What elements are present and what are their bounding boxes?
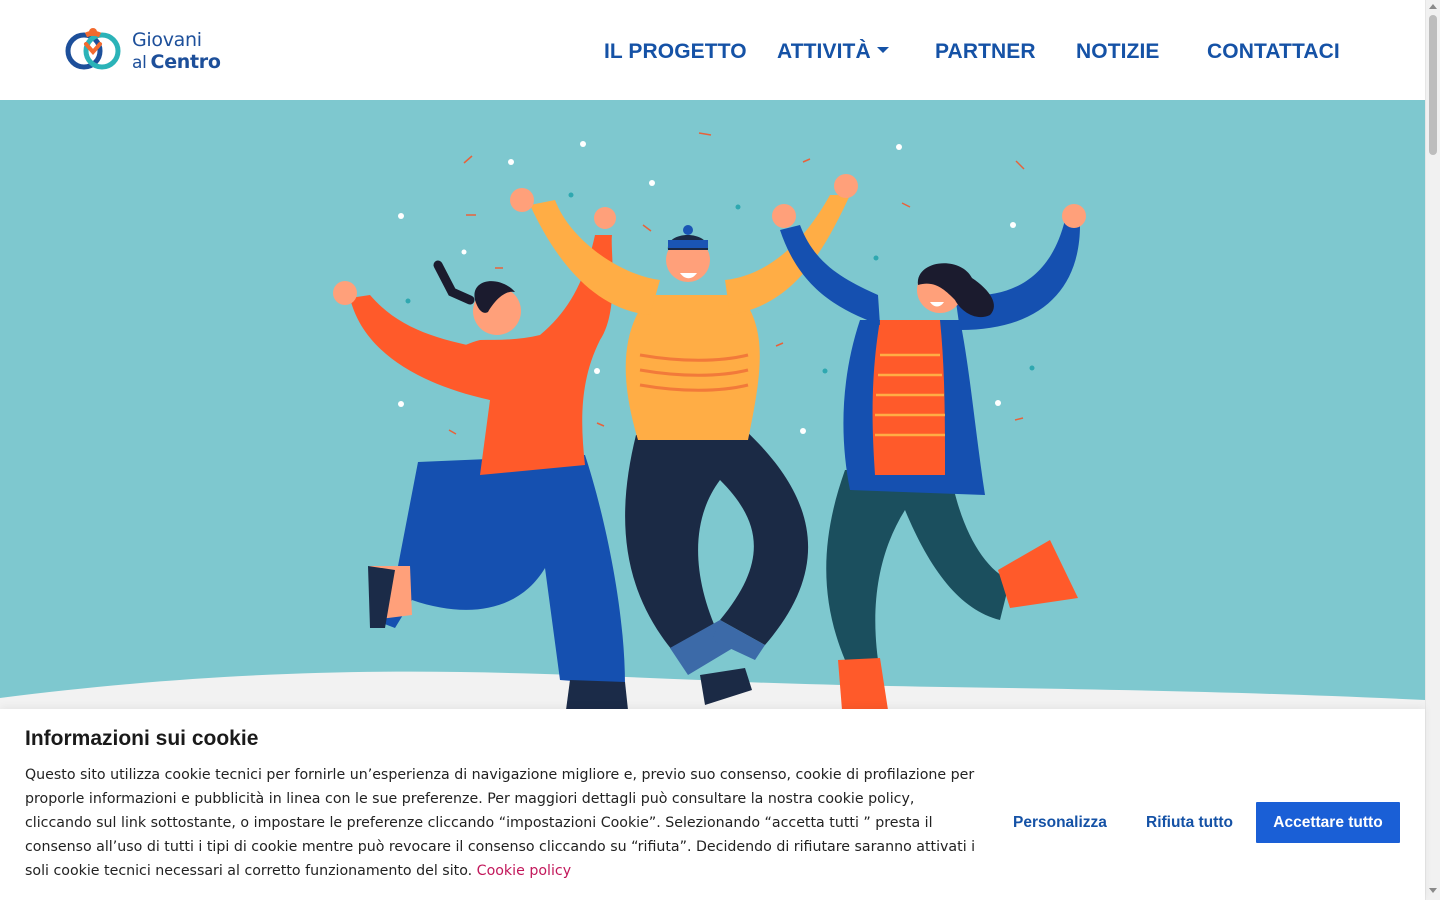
cookie-text: Questo sito utilizza cookie tecnici per … [25,763,985,883]
logo-line2: al Centro [132,51,221,74]
page-scrollbar[interactable] [1425,0,1440,900]
scroll-down-arrow-icon[interactable] [1429,888,1437,893]
cookie-policy-link[interactable]: Cookie policy [477,863,571,879]
nav-notizie[interactable]: NOTIZIE [1076,40,1160,64]
cookie-title: Informazioni sui cookie [25,727,259,750]
nav-attivita-label: ATTIVITÀ [777,40,871,63]
caret-down-icon [876,47,889,54]
logo-line2-small: al [132,52,147,73]
logo-text: Giovani al Centro [132,29,221,74]
logo-icon [65,28,121,70]
hero-illustration [0,132,1425,710]
scroll-thumb[interactable] [1429,15,1437,155]
nav-il-progetto[interactable]: IL PROGETTO [604,40,747,64]
person-right [772,204,1086,710]
reject-all-button[interactable]: Rifiuta tutto [1146,814,1233,832]
logo-line2-big: Centro [150,50,221,73]
scroll-up-arrow-icon[interactable] [1429,4,1437,9]
nav-contattaci[interactable]: CONTATTACI [1207,40,1340,64]
site-header: Giovani al Centro IL PROGETTO ATTIVITÀ PA… [0,0,1425,100]
hero-banner [0,100,1425,710]
nav-partner[interactable]: PARTNER [935,40,1036,64]
accept-all-button[interactable]: Accettare tutto [1256,802,1400,843]
logo-line1: Giovani [132,28,202,51]
site-logo[interactable]: Giovani al Centro [64,22,229,80]
cookie-banner: Informazioni sui cookie Questo sito util… [0,709,1425,900]
customize-button[interactable]: Personalizza [1013,814,1107,832]
nav-attivita[interactable]: ATTIVITÀ [777,40,889,64]
